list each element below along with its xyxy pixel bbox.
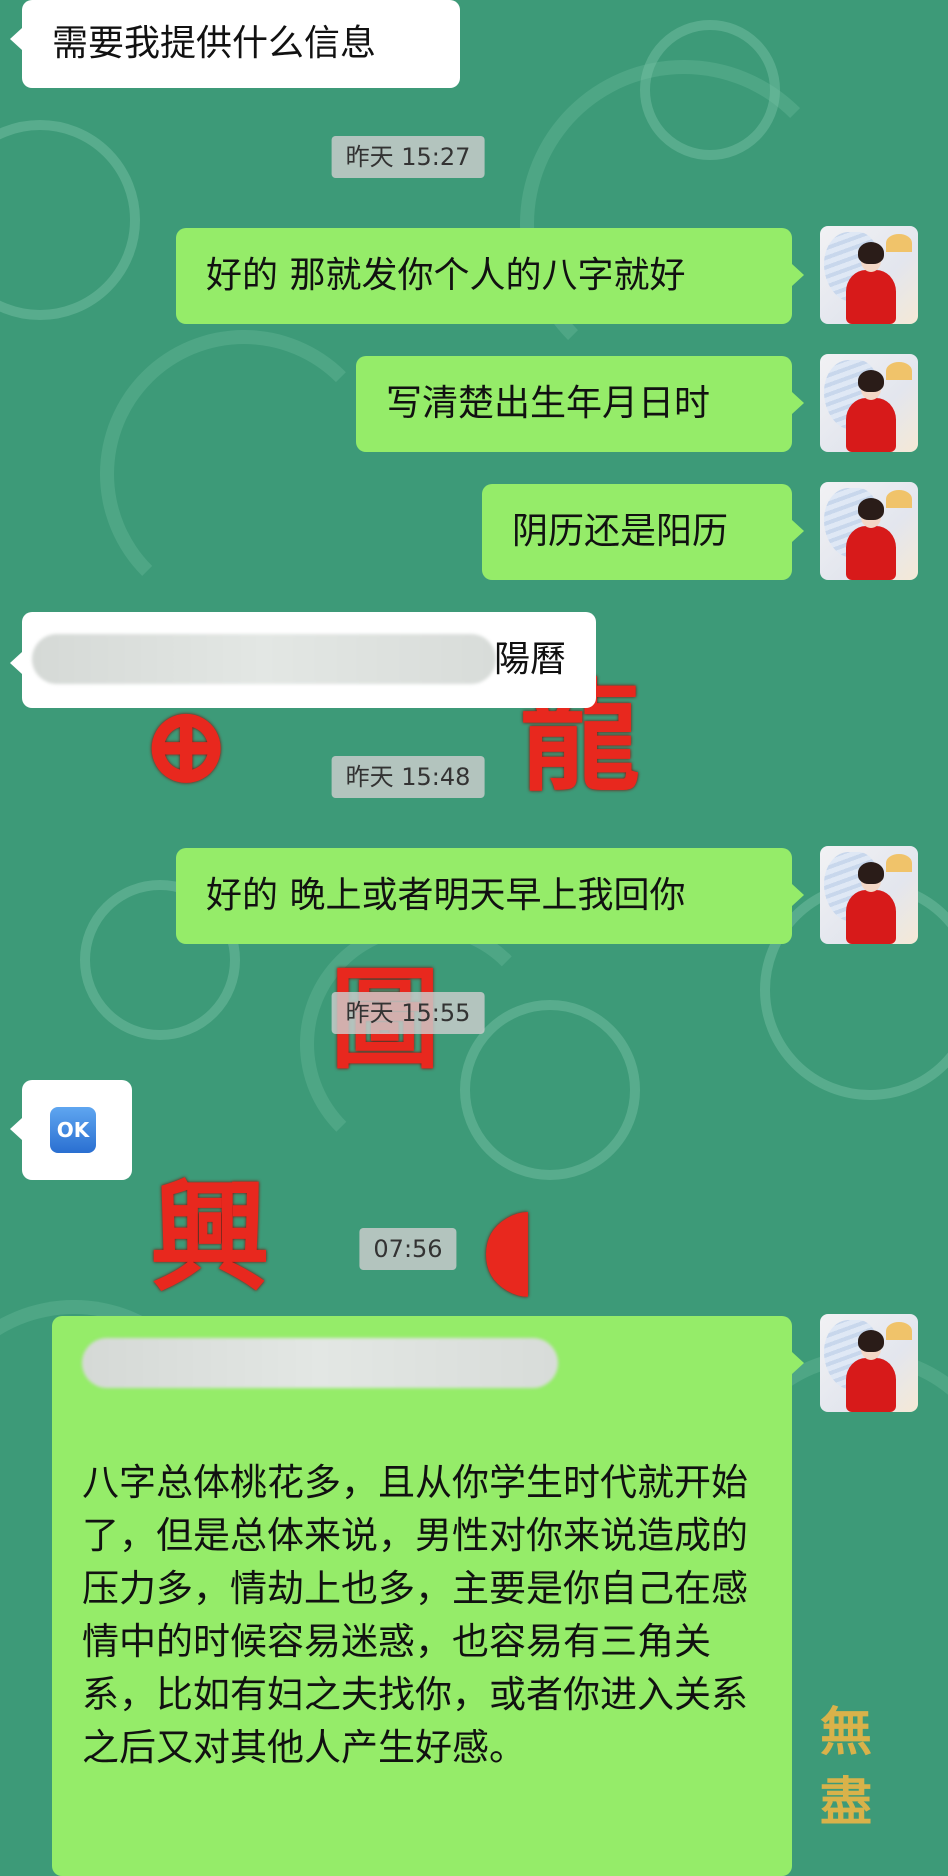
message-text: 写清楚出生年月日时 [386, 383, 711, 424]
message-text: 阴历还是阳历 [512, 511, 729, 552]
timestamp: 昨天 15:48 [331, 756, 485, 798]
contact-avatar[interactable] [820, 354, 918, 452]
message-text: 好的 晚上或者明天早上我回你 [206, 875, 686, 916]
message-text: 需要我提供什么信息 [52, 23, 377, 64]
timestamp: 昨天 15:55 [331, 992, 485, 1034]
contact-avatar[interactable] [820, 226, 918, 324]
message-text: 陽曆 [493, 639, 566, 680]
contact-avatar[interactable] [820, 482, 918, 580]
contact-avatar[interactable] [820, 1314, 918, 1412]
message-text: 八字总体桃花多，且从你学生时代就开始了，但是总体来说，男性对你来说造成的压力多，… [82, 1461, 748, 1769]
contact-avatar[interactable] [820, 846, 918, 944]
ok-emoji-icon: OK [50, 1107, 96, 1153]
timestamp: 07:56 [359, 1228, 457, 1270]
redacted-text [82, 1338, 558, 1388]
message-text: 好的 那就发你个人的八字就好 [206, 255, 686, 296]
redacted-text [32, 634, 496, 684]
timestamp: 昨天 15:27 [331, 136, 485, 178]
